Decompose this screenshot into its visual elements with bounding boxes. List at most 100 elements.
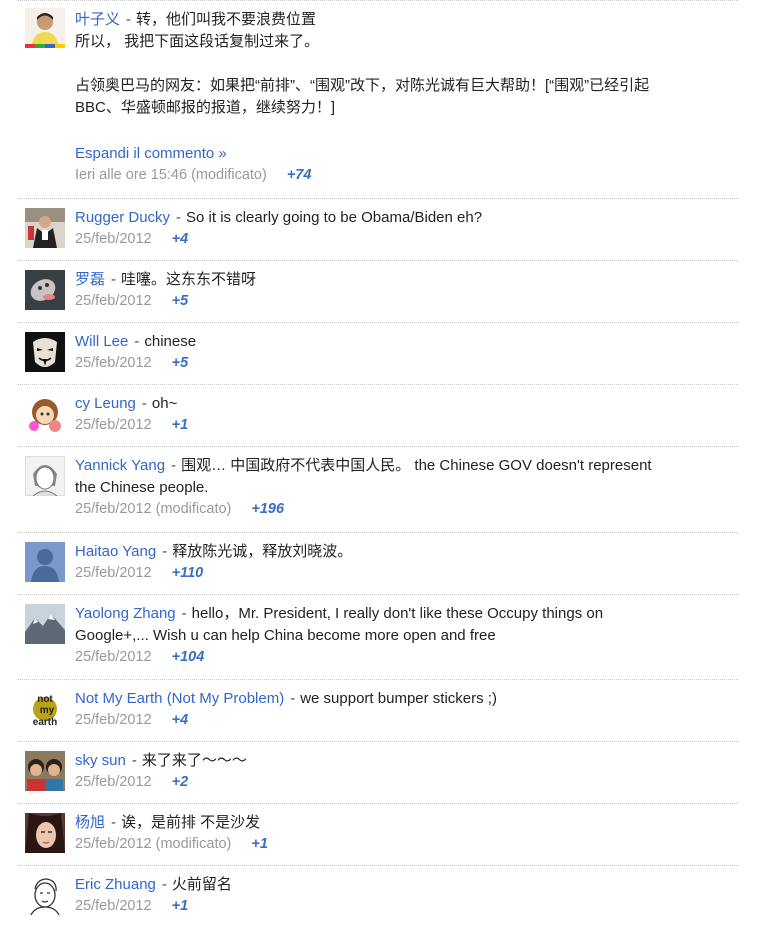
comment-body: Will Lee - chinese 25/feb/2012 +5 xyxy=(75,323,739,374)
timestamp: 25/feb/2012 xyxy=(75,898,152,914)
author-link[interactable]: 杨旭 xyxy=(75,814,105,831)
avatar[interactable] xyxy=(25,8,65,48)
avatar[interactable] xyxy=(25,332,65,372)
author-link[interactable]: sky sun xyxy=(75,752,126,769)
comment: Will Lee - chinese 25/feb/2012 +5 xyxy=(17,322,739,384)
timestamp: 25/feb/2012 xyxy=(75,649,152,665)
comment-text: 哇噻。这东东不错呀 xyxy=(121,271,257,288)
comment-meta: 25/feb/2012 +1 xyxy=(75,896,739,917)
comment-body: 叶子义 - 转，他们叫我不要浪费位置 所以， 我把下面这段话复制过来了。 占领奥巴马… xyxy=(75,1,739,186)
author-link[interactable]: Will Lee xyxy=(75,333,128,350)
separator: - xyxy=(131,752,137,769)
comment-meta: 25/feb/2012 (modificato) +196 xyxy=(75,499,739,520)
comment-meta: Ieri alle ore 15:46 (modificato) +74 xyxy=(75,165,739,186)
separator: - xyxy=(176,209,182,226)
timestamp: 25/feb/2012 xyxy=(75,565,152,581)
timestamp: 25/feb/2012 xyxy=(75,231,152,247)
avatar[interactable] xyxy=(25,456,65,496)
comment-body: Not My Earth (Not My Problem) - we support… xyxy=(75,680,739,731)
separator: - xyxy=(181,605,187,622)
avatar[interactable] xyxy=(25,751,65,791)
comment-body: Haitao Yang - 释放陈光诚，释放刘晓波。 25/feb/2012 +110 xyxy=(75,533,739,584)
comment: not my earth Not My Earth (Not My Proble… xyxy=(17,679,739,741)
comment-text-line: Google+,... Wish u can help China become… xyxy=(75,627,496,644)
comment-text: oh~ xyxy=(151,395,178,412)
comment-body: 罗磊 - 哇噻。这东东不错呀 25/feb/2012 +5 xyxy=(75,261,739,312)
comment-meta: 25/feb/2012 +104 xyxy=(75,647,739,668)
comment-text: 火前留名 xyxy=(171,876,232,893)
comment: 罗磊 - 哇噻。这东东不错呀 25/feb/2012 +5 xyxy=(17,260,739,322)
author-link[interactable]: Haitao Yang xyxy=(75,543,156,560)
timestamp: 25/feb/2012 (modificato) xyxy=(75,836,232,852)
plus-one-count[interactable]: +74 xyxy=(287,167,312,183)
plus-one-count[interactable]: +2 xyxy=(172,774,189,790)
comment-text: 诶，是前排 不是沙发 xyxy=(121,814,261,831)
comment: 叶子义 - 转，他们叫我不要浪费位置 所以， 我把下面这段话复制过来了。 占领奥巴马… xyxy=(17,0,739,198)
author-link[interactable]: Eric Zhuang xyxy=(75,876,156,893)
separator: - xyxy=(111,271,117,288)
plus-one-count[interactable]: +4 xyxy=(172,231,189,247)
author-link[interactable]: Yaolong Zhang xyxy=(75,605,176,622)
avatar[interactable]: not my earth xyxy=(25,689,65,729)
plus-one-count[interactable]: +104 xyxy=(172,649,205,665)
timestamp: Ieri alle ore 15:46 (modificato) xyxy=(75,167,267,183)
author-link[interactable]: 叶子义 xyxy=(75,11,120,28)
svg-text:earth: earth xyxy=(33,717,57,728)
comment-meta: 25/feb/2012 +110 xyxy=(75,563,739,584)
comment-body: cy Leung - oh~ 25/feb/2012 +1 xyxy=(75,385,739,436)
avatar[interactable] xyxy=(25,813,65,853)
comment-text: So it is clearly going to be Obama/Biden… xyxy=(186,209,483,226)
author-link[interactable]: Rugger Ducky xyxy=(75,209,170,226)
plus-one-count[interactable]: +110 xyxy=(172,565,204,581)
comment-text: 转，他们叫我不要浪费位置 xyxy=(136,11,317,28)
plus-one-count[interactable]: +196 xyxy=(251,501,284,517)
avatar[interactable] xyxy=(25,542,65,582)
plus-one-count[interactable]: +1 xyxy=(251,836,268,852)
comment-body: Yannick Yang - 围观… 中国政府不代表中国人民。 the Chines… xyxy=(75,447,739,520)
plus-one-count[interactable]: +5 xyxy=(172,293,189,309)
expand-comment-link[interactable]: Espandi il commento » xyxy=(75,143,227,165)
comment-meta: 25/feb/2012 (modificato) +1 xyxy=(75,834,739,855)
avatar[interactable] xyxy=(25,394,65,434)
comment-meta: 25/feb/2012 +1 xyxy=(75,415,739,436)
comment-stream: 叶子义 - 转，他们叫我不要浪费位置 所以， 我把下面这段话复制过来了。 占领奥巴马… xyxy=(0,0,767,927)
author-link[interactable]: 罗磊 xyxy=(75,271,105,288)
comment: sky sun - 来了来了～～～ 25/feb/2012 +2 xyxy=(17,741,739,803)
comment: 杨旭 - 诶，是前排 不是沙发 25/feb/2012 (modificato) +1 xyxy=(17,803,739,865)
separator: - xyxy=(171,457,177,474)
comment-meta: 25/feb/2012 +5 xyxy=(75,291,739,312)
timestamp: 25/feb/2012 xyxy=(75,712,152,728)
plus-one-count[interactable]: +5 xyxy=(172,355,189,371)
comment: Yannick Yang - 围观… 中国政府不代表中国人民。 the Chines… xyxy=(17,446,739,532)
comment-text: we support bumper stickers ;) xyxy=(300,690,497,707)
comment-text: 围观… 中国政府不代表中国人民。 the Chinese GOV doesn't… xyxy=(181,457,652,474)
comment-body: Yaolong Zhang - hello，Mr. President, I rea… xyxy=(75,595,739,668)
comment: Rugger Ducky - So it is clearly going to b… xyxy=(17,198,739,260)
comment-meta: 25/feb/2012 +5 xyxy=(75,353,739,374)
comment: Haitao Yang - 释放陈光诚，释放刘晓波。 25/feb/2012 +110 xyxy=(17,532,739,594)
comment-text: chinese xyxy=(144,333,197,350)
comment-meta: 25/feb/2012 +4 xyxy=(75,710,739,731)
comment-body: 杨旭 - 诶，是前排 不是沙发 25/feb/2012 (modificato) +1 xyxy=(75,804,739,855)
comment: Eric Zhuang - 火前留名 25/feb/2012 +1 xyxy=(17,865,739,927)
avatar[interactable] xyxy=(25,270,65,310)
plus-one-count[interactable]: +1 xyxy=(172,417,189,433)
author-link[interactable]: Not My Earth (Not My Problem) xyxy=(75,690,284,707)
author-link[interactable]: cy Leung xyxy=(75,395,136,412)
separator: - xyxy=(134,333,140,350)
avatar[interactable] xyxy=(25,875,65,915)
separator: - xyxy=(290,690,296,707)
comment-meta: 25/feb/2012 +4 xyxy=(75,229,739,250)
avatar[interactable] xyxy=(25,208,65,248)
comment-paragraph: 占领奥巴马的网友：如果把“前排”、“围观”改下，对陈光诚有巨大帮助！[“围观”已… xyxy=(75,77,650,94)
plus-one-count[interactable]: +4 xyxy=(172,712,189,728)
separator: - xyxy=(111,814,117,831)
separator: - xyxy=(141,395,147,412)
plus-one-count[interactable]: +1 xyxy=(172,898,189,914)
timestamp: 25/feb/2012 xyxy=(75,293,152,309)
comment-text-line: the Chinese people. xyxy=(75,479,209,496)
comment: cy Leung - oh~ 25/feb/2012 +1 xyxy=(17,384,739,446)
not-my-earth-logo: not my earth xyxy=(25,689,65,729)
author-link[interactable]: Yannick Yang xyxy=(75,457,165,474)
avatar[interactable] xyxy=(25,604,65,644)
